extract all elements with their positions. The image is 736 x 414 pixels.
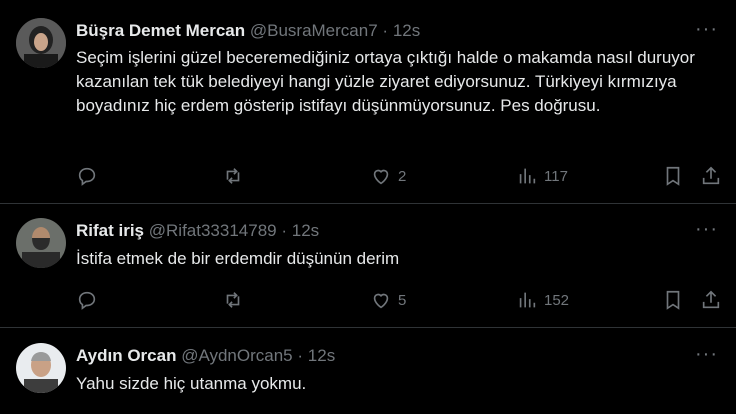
like-count: 2 — [398, 167, 407, 185]
separator: · — [281, 221, 288, 240]
tweet[interactable]: Büşra Demet Mercan @BusraMercan7 · 12s ·… — [0, 0, 736, 204]
retweet-button[interactable] — [222, 164, 244, 188]
separator: · — [297, 346, 304, 365]
display-name[interactable]: Aydın Orcan — [76, 346, 176, 365]
like-button[interactable]: 5 — [370, 288, 406, 312]
like-count: 5 — [398, 291, 407, 309]
bookmark-icon — [666, 290, 680, 310]
views-button[interactable]: 117 — [516, 164, 568, 188]
more-icon[interactable]: ··· — [695, 18, 718, 41]
action-bar: 5 152 — [76, 288, 726, 312]
reply-button[interactable] — [76, 164, 98, 188]
tweet-header: Aydın Orcan @AydnOrcan5 · 12s — [76, 346, 335, 366]
user-handle[interactable]: @BusraMercan7 — [250, 21, 378, 40]
share-button[interactable] — [700, 288, 722, 312]
reply-icon — [78, 291, 96, 310]
reply-button[interactable] — [76, 288, 98, 312]
timestamp[interactable]: 12s — [292, 221, 319, 240]
tweet[interactable]: Rifat iriş @Rifat33314789 · 12s ··· İsti… — [0, 204, 736, 328]
like-button[interactable]: 2 — [370, 164, 406, 188]
tweet-text: Seçim işlerini güzel beceremediğiniz ort… — [76, 48, 695, 115]
view-count: 117 — [544, 167, 568, 185]
share-icon — [702, 166, 720, 185]
display-name[interactable]: Rifat iriş — [76, 221, 144, 240]
avatar[interactable] — [16, 18, 66, 68]
tweet[interactable]: Aydın Orcan @AydnOrcan5 · 12s ··· Yahu s… — [0, 328, 736, 414]
display-name[interactable]: Büşra Demet Mercan — [76, 21, 245, 40]
retweet-icon — [226, 168, 240, 184]
views-icon — [519, 292, 536, 308]
avatar[interactable] — [16, 343, 66, 393]
reply-icon — [78, 167, 96, 186]
tweet-header: Rifat iriş @Rifat33314789 · 12s — [76, 221, 319, 241]
view-count: 152 — [544, 291, 570, 309]
more-icon[interactable]: ··· — [695, 343, 718, 366]
separator: · — [382, 21, 389, 40]
user-handle[interactable]: @AydnOrcan5 — [181, 346, 292, 365]
like-icon — [373, 293, 389, 309]
action-bar: 2 117 — [76, 164, 726, 188]
share-icon — [702, 290, 720, 309]
avatar[interactable] — [16, 218, 66, 268]
tweet-header: Büşra Demet Mercan @BusraMercan7 · 12s — [76, 21, 420, 41]
timestamp[interactable]: 12s — [393, 21, 420, 40]
tweet-text: İstifa etmek de bir erdemdir düşünün der… — [76, 249, 400, 268]
bookmark-button[interactable] — [662, 164, 684, 188]
retweet-button[interactable] — [222, 288, 244, 312]
views-icon — [519, 168, 536, 184]
share-button[interactable] — [700, 164, 722, 188]
user-handle[interactable]: @Rifat33314789 — [149, 221, 277, 240]
views-button[interactable]: 152 — [516, 288, 569, 312]
tweet-text: Yahu sizde hiç utanma yokmu. — [76, 374, 307, 393]
retweet-icon — [226, 292, 240, 308]
like-icon — [373, 169, 389, 185]
bookmark-icon — [666, 166, 680, 186]
more-icon[interactable]: ··· — [695, 218, 718, 241]
bookmark-button[interactable] — [662, 288, 684, 312]
timestamp[interactable]: 12s — [308, 346, 335, 365]
